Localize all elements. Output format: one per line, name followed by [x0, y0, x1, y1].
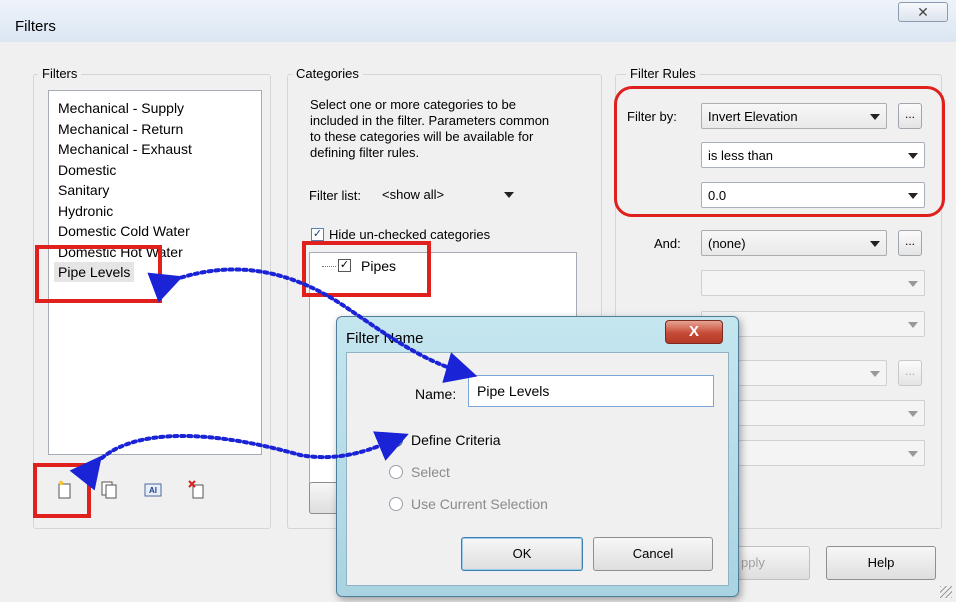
annotation-arrows	[69, 267, 478, 491]
arrow-new-to-criteria	[69, 431, 409, 491]
arrow-list-to-name	[147, 267, 478, 383]
